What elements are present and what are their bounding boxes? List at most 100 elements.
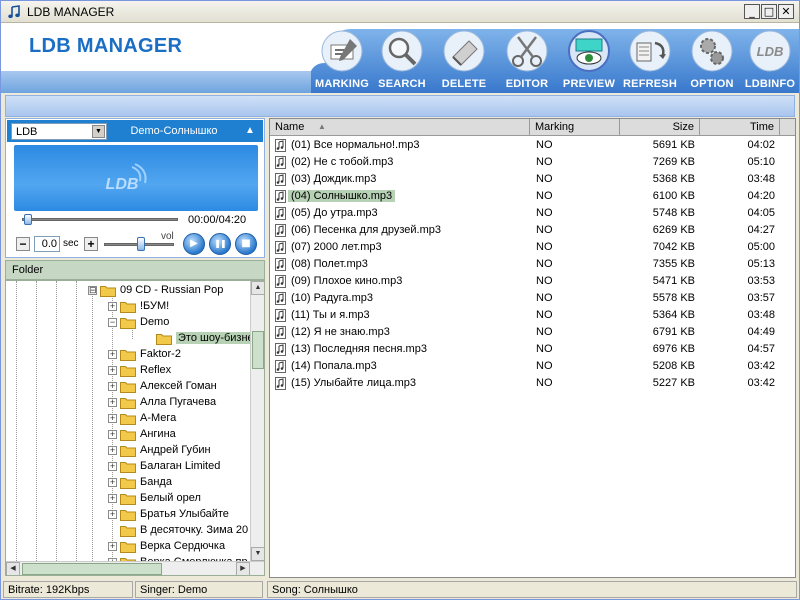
file-row[interactable]: (10) Радуга.mp3 NO 5578 KB 03:57 — [270, 290, 795, 307]
tree-expander-icon[interactable]: + — [108, 366, 117, 375]
tree-expander-icon[interactable]: − — [108, 318, 117, 327]
tree-expander-icon[interactable]: + — [108, 494, 117, 503]
toolbar-search-button[interactable]: SEARCH — [371, 29, 433, 93]
file-size: 6100 KB — [652, 190, 695, 202]
tree-expander-icon[interactable]: + — [108, 542, 117, 551]
tree-horizontal-scrollbar[interactable]: ◀ ▶ — [6, 561, 264, 575]
maximize-button[interactable]: □ — [761, 4, 777, 19]
tree-item-label: Алла Пугачева — [140, 396, 217, 408]
seek-slider[interactable] — [24, 214, 32, 225]
folder-icon — [120, 414, 136, 425]
file-row[interactable]: (04) Солнышко.mp3 NO 6100 KB 04:20 — [270, 188, 795, 205]
file-marking: NO — [536, 224, 553, 236]
file-row[interactable]: (15) Улыбайте лица.mp3 NO 5227 KB 03:42 — [270, 375, 795, 392]
minimize-button[interactable]: _ — [744, 4, 760, 19]
tree-expander-icon[interactable]: + — [108, 350, 117, 359]
play-button[interactable]: ▶ — [183, 233, 205, 255]
tree-vertical-scroll-thumb[interactable] — [252, 331, 264, 369]
file-row[interactable]: (07) 2000 лет.mp3 NO 7042 KB 05:00 — [270, 239, 795, 256]
tree-item[interactable]: + Алексей Гоман — [6, 379, 246, 395]
tree-item[interactable]: + А-Мега — [6, 411, 246, 427]
file-marking: NO — [536, 190, 553, 202]
tree-item[interactable]: + Ангина — [6, 427, 246, 443]
tree-item[interactable]: + Верка Сердючка — [6, 539, 246, 555]
source-select[interactable]: LDB ▼ — [11, 123, 107, 140]
close-button[interactable]: ✕ — [778, 4, 794, 19]
tree-item[interactable]: + Белый орел — [6, 491, 246, 507]
tree-expander-icon[interactable]: ⊟ — [88, 286, 97, 295]
toolbar-delete-label: DELETE — [441, 78, 487, 90]
tree-item[interactable]: + Алла Пугачева — [6, 395, 246, 411]
file-row[interactable]: (13) Последняя песня.mp3 NO 6976 KB 04:57 — [270, 341, 795, 358]
svg-text:LDB: LDB — [757, 44, 784, 59]
file-name: (14) Попала.mp3 — [291, 360, 377, 372]
file-row[interactable]: (08) Полет.mp3 NO 7355 KB 05:13 — [270, 256, 795, 273]
toolbar-editor-button[interactable]: EDITOR — [496, 29, 558, 93]
tree-expander-icon[interactable]: + — [108, 446, 117, 455]
tree-item[interactable]: Это шоу-бизнес, Е — [6, 331, 264, 347]
tree-item[interactable]: + Балаган Limited — [6, 459, 246, 475]
file-row[interactable]: (12) Я не знаю.mp3 NO 6791 KB 04:49 — [270, 324, 795, 341]
file-row[interactable]: (14) Попала.mp3 NO 5208 KB 03:42 — [270, 358, 795, 375]
tree-horizontal-scroll-thumb[interactable] — [22, 563, 162, 575]
tree-expander-icon[interactable]: + — [108, 462, 117, 471]
tree-expander-icon[interactable]: + — [108, 398, 117, 407]
file-marking: NO — [536, 156, 553, 168]
column-header-time[interactable]: Time — [700, 119, 780, 135]
status-singer: Singer: Demo — [135, 581, 263, 598]
scroll-left-icon[interactable]: ◀ — [6, 562, 20, 575]
tree-expander-icon[interactable]: + — [108, 510, 117, 519]
tree-item[interactable]: + !БУМ! — [6, 299, 246, 315]
offset-input[interactable]: 0.0 — [34, 236, 60, 252]
seek-track[interactable] — [22, 218, 178, 221]
toolbar-delete-button[interactable]: DELETE — [433, 29, 495, 93]
file-row[interactable]: (11) Ты и я.mp3 NO 5364 KB 03:48 — [270, 307, 795, 324]
audio-file-icon — [275, 139, 286, 152]
file-name: (15) Улыбайте лица.mp3 — [291, 377, 417, 389]
eject-icon[interactable]: ▲ — [243, 124, 257, 138]
tree-item[interactable]: + Faktor-2 — [6, 347, 246, 363]
toolbar-option-button[interactable]: OPTION — [681, 29, 743, 93]
file-row[interactable]: (06) Песенка для друзей.mp3 NO 6269 KB 04:2… — [270, 222, 795, 239]
tree-expander-icon[interactable]: + — [108, 414, 117, 423]
tree-item[interactable]: + Андрей Губин — [6, 443, 246, 459]
file-row[interactable]: (01) Все нормально!.mp3 NO 5691 KB 04:02 — [270, 137, 795, 154]
tree-item[interactable]: + Reflex — [6, 363, 246, 379]
column-header-size[interactable]: Size — [620, 119, 700, 135]
tree-expander-icon[interactable]: + — [108, 478, 117, 487]
offset-decrease-button[interactable]: − — [16, 237, 30, 251]
tree-expander-icon[interactable]: + — [108, 302, 117, 311]
file-row[interactable]: (05) До утра.mp3 NO 5748 KB 04:05 — [270, 205, 795, 222]
stop-button[interactable]: ■ — [235, 233, 257, 255]
toolbar-preview-button[interactable]: PREVIEW — [558, 29, 620, 93]
pause-button[interactable]: ❚❚ — [209, 233, 231, 255]
column-header-name[interactable]: Name ▲ — [270, 119, 530, 135]
tree-expander-icon[interactable]: + — [108, 382, 117, 391]
file-row[interactable]: (03) Дождик.mp3 NO 5368 KB 03:48 — [270, 171, 795, 188]
tree-expander-icon[interactable]: + — [108, 430, 117, 439]
tree-vertical-scrollbar[interactable]: ▲ ▼ — [250, 281, 264, 561]
scroll-down-icon[interactable]: ▼ — [251, 547, 264, 561]
tree-item[interactable]: В десяточку. Зима 20 — [6, 523, 248, 539]
toolbar-marking-button[interactable]: MARKING — [311, 29, 373, 93]
file-row[interactable]: (09) Плохое кино.mp3 NO 5471 KB 03:53 — [270, 273, 795, 290]
tree-item[interactable]: − Demo — [6, 315, 246, 331]
volume-slider[interactable] — [137, 237, 145, 251]
file-list-header: Name ▲ Marking Size Time — [270, 119, 795, 136]
tree-item[interactable]: + Банда — [6, 475, 246, 491]
toolbar-ldbinfo-button[interactable]: LDB LDBINFO — [739, 29, 800, 93]
scroll-right-icon[interactable]: ▶ — [236, 562, 250, 575]
scroll-up-icon[interactable]: ▲ — [251, 281, 264, 295]
column-header-marking[interactable]: Marking — [530, 119, 620, 135]
audio-file-icon — [275, 275, 286, 288]
file-row[interactable]: (02) Не с тобой.mp3 NO 7269 KB 05:10 — [270, 154, 795, 171]
file-size: 5368 KB — [652, 173, 695, 185]
file-name: (12) Я не знаю.mp3 — [291, 326, 390, 338]
tree-item[interactable]: + Братья Улыбайте — [6, 507, 246, 523]
status-bitrate: Bitrate: 192Kbps — [3, 581, 133, 598]
tree-item[interactable]: ⊟ 09 CD - Russian Pop — [6, 283, 246, 299]
chevron-down-icon[interactable]: ▼ — [92, 125, 105, 138]
offset-increase-button[interactable]: + — [84, 237, 98, 251]
title-bar[interactable]: LDB MANAGER _ □ ✕ — [1, 1, 799, 23]
toolbar-refresh-button[interactable]: REFRESH — [619, 29, 681, 93]
